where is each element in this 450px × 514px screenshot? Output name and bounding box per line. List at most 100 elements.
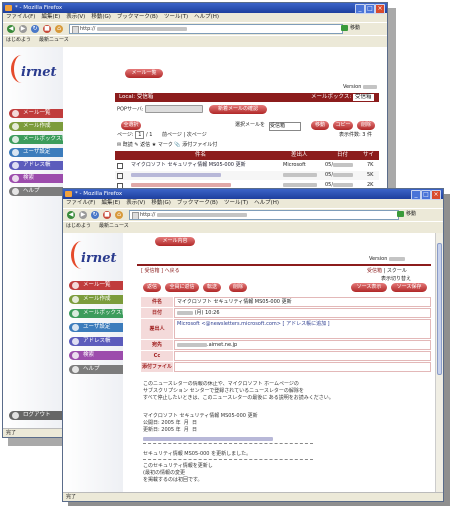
select-all-button[interactable]: 全選択 (121, 121, 141, 130)
side-search[interactable]: 検索 (9, 174, 63, 183)
back-sidebar: irnet メール一覧 メール作成 メールボックス管理 ユーザ設定 アドレス帳 … (3, 47, 72, 429)
side-user-settings[interactable]: ユーザ設定 (9, 148, 63, 157)
forward-arrow-icon[interactable]: ▶ (19, 25, 27, 33)
side-address-book[interactable]: アドレス帳 (69, 337, 123, 346)
menu-tools[interactable]: ツール(T) (224, 200, 248, 206)
side-mail-compose[interactable]: メール作成 (9, 122, 63, 131)
page-select[interactable]: 1 (135, 131, 145, 139)
menu-help[interactable]: ヘルプ(H) (194, 14, 219, 20)
side-help[interactable]: ヘルプ (69, 365, 123, 374)
label-from: 差出人 (141, 319, 173, 339)
check-new-mail-button[interactable]: 新着メールの確認 (209, 105, 267, 114)
row-size: 5K (367, 172, 374, 178)
front-url-input[interactable]: http:// (129, 210, 399, 220)
side-help[interactable]: ヘルプ (9, 187, 63, 196)
side-mail-list[interactable]: メール一覧 (69, 281, 123, 290)
back-version: Version (343, 83, 387, 92)
legend-attachment: 📎 添付ファイル付 (174, 142, 218, 148)
menu-view[interactable]: 表示(V) (126, 200, 145, 206)
side-user-settings[interactable]: ユーザ設定 (69, 323, 123, 332)
side-address-book[interactable]: アドレス帳 (9, 161, 63, 170)
side-logout[interactable]: ログアウト (9, 411, 63, 420)
view-source-button[interactable]: ソース表示 (351, 283, 387, 292)
menu-view[interactable]: 表示(V) (66, 14, 85, 20)
back-go-button[interactable]: 移動 (341, 24, 360, 32)
front-sidebar: irnet メール一覧 メール作成 メールボックス管理 ユーザ設定 アドレス帳 … (63, 233, 132, 493)
stop-icon[interactable]: ■ (103, 211, 111, 219)
menu-go[interactable]: 移動(G) (151, 200, 171, 206)
front-status-bar: 完了 (63, 492, 443, 501)
menu-help[interactable]: ヘルプ(H) (254, 200, 279, 206)
back-arrow-icon[interactable]: ◀ (7, 25, 15, 33)
pop-server-select[interactable] (145, 105, 204, 113)
back-tab-mail-list[interactable]: メール一覧 (125, 69, 163, 78)
reload-icon[interactable]: ↻ (31, 25, 39, 33)
reload-icon[interactable]: ↻ (91, 211, 99, 219)
save-source-button[interactable]: ソース保存 (391, 283, 427, 292)
bookmark-getting-started[interactable]: はじめよう (66, 223, 91, 229)
minimize-button[interactable]: _ (355, 4, 365, 14)
menu-go[interactable]: 移動(G) (91, 14, 111, 20)
reply-button[interactable]: 返信 (143, 283, 161, 292)
menu-tools[interactable]: ツール(T) (164, 14, 188, 20)
body-line: セキュリティ情報 MS05-000 を更新しました。 (143, 451, 252, 457)
side-search[interactable]: 検索 (69, 351, 123, 360)
page-nav[interactable]: 前ページ | 次ページ (162, 132, 207, 138)
tab-mail-content[interactable]: メール内容 (155, 237, 195, 246)
inbox-link[interactable]: 受信箱 (367, 268, 382, 274)
body-line: を掲載するのは初回です。 (143, 477, 203, 483)
table-row[interactable]: 05/ 5K (115, 171, 379, 180)
red-divider (137, 264, 431, 266)
front-scrollbar[interactable] (435, 233, 443, 493)
bookmark-latest-news[interactable]: 最新ニュース (39, 37, 69, 43)
pop-label: POPサーバ: (117, 106, 144, 113)
back-arrow-icon[interactable]: ◀ (67, 211, 75, 219)
body-rule (143, 459, 313, 460)
back-to-inbox-link[interactable]: [ 受信箱 ] へ戻る (141, 267, 221, 276)
move-target-select[interactable]: 受信箱 (269, 122, 301, 131)
back-url-input[interactable]: http:// (69, 24, 343, 34)
row-subject[interactable]: マイクロソフト セキュリティ情報 MS05-000 更新 (131, 161, 246, 170)
close-button[interactable]: × (375, 4, 385, 14)
menu-edit[interactable]: 編集(E) (101, 200, 120, 206)
home-icon[interactable]: ⌂ (115, 211, 123, 219)
minimize-button[interactable]: _ (411, 190, 421, 200)
home-icon[interactable]: ⌂ (55, 25, 63, 33)
menu-edit[interactable]: 編集(E) (41, 14, 60, 20)
delete-button[interactable]: 削除 (229, 283, 247, 292)
forward-arrow-icon[interactable]: ▶ (79, 211, 87, 219)
row-subject[interactable] (131, 171, 221, 180)
menu-file[interactable]: ファイル(F) (66, 200, 95, 206)
menu-bookmarks[interactable]: ブックマーク(B) (117, 14, 158, 20)
front-browser-window: * - Mozilla Firefox _ □ × ファイル(F) 編集(E) 表示… (62, 188, 444, 502)
menu-bookmarks[interactable]: ブックマーク(B) (177, 200, 218, 206)
col-date[interactable]: 日付 (337, 151, 348, 160)
reply-all-button[interactable]: 全員に返信 (165, 283, 199, 292)
front-go-button[interactable]: 移動 (397, 210, 416, 218)
school-link[interactable]: | スクール (384, 268, 407, 274)
body-line: サブスクリプション センターで登録されているニュースレターの解除を (143, 388, 304, 394)
bookmark-latest-news[interactable]: 最新ニュース (99, 223, 129, 229)
scroll-thumb[interactable] (437, 243, 442, 375)
side-mail-compose[interactable]: メール作成 (69, 295, 123, 304)
stop-icon[interactable]: ■ (43, 25, 51, 33)
table-row[interactable]: マイクロソフト セキュリティ情報 MS05-000 更新 Microsoft 0… (115, 161, 379, 170)
side-mail-list[interactable]: メール一覧 (9, 109, 63, 118)
bookmark-getting-started[interactable]: はじめよう (6, 37, 31, 43)
body-link[interactable] (143, 435, 273, 442)
close-button[interactable]: × (431, 190, 441, 200)
copy-button[interactable]: コピー (333, 121, 353, 130)
move-button[interactable]: 移動 (311, 121, 329, 130)
front-page-content: irnet メール一覧 メール作成 メールボックス管理 ユーザ設定 アドレス帳 … (63, 233, 443, 493)
maximize-button[interactable]: □ (365, 4, 375, 14)
side-mailbox-manage[interactable]: メールボックス管理 (69, 309, 132, 318)
delete-button[interactable]: 削除 (357, 121, 375, 130)
back-nav-toolbar: ◀ ▶ ↻ ■ ⌂ http:// 移動 (3, 22, 387, 35)
maximize-button[interactable]: □ (421, 190, 431, 200)
forward-button[interactable]: 転送 (203, 283, 221, 292)
col-from[interactable]: 差出人 (291, 151, 308, 160)
side-mailbox-manage[interactable]: メールボックス管理 (9, 135, 72, 144)
menu-file[interactable]: ファイル(F) (6, 14, 35, 20)
mailbox-select[interactable]: 受信箱 (353, 94, 374, 101)
col-subject[interactable]: 件名 (195, 151, 206, 160)
